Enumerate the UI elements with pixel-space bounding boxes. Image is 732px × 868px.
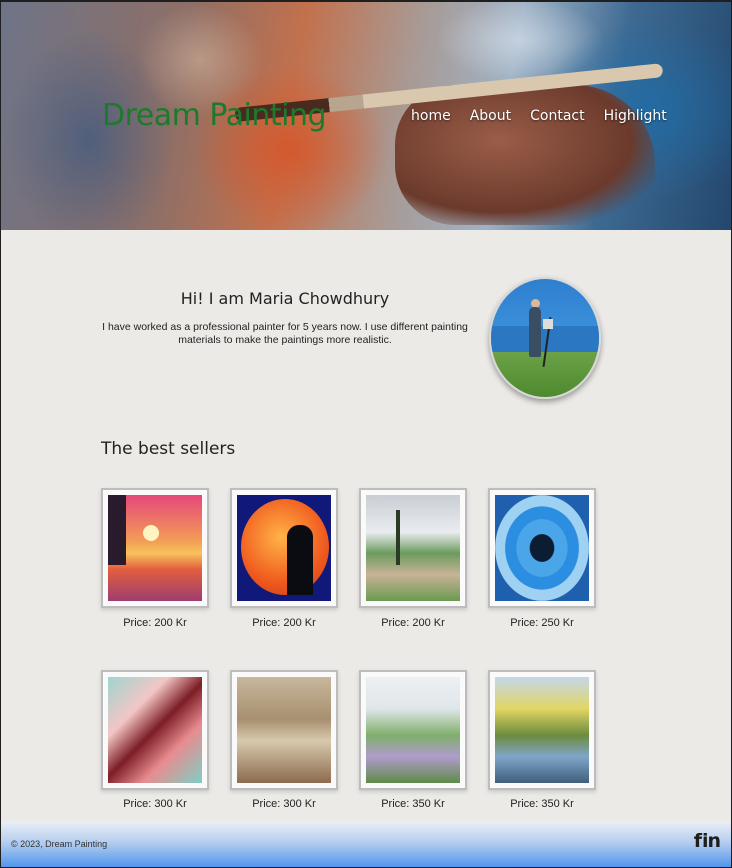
hero-banner: Dream Painting home About Contact Highli… [0, 0, 732, 230]
nav-contact[interactable]: Contact [530, 108, 584, 124]
facebook-icon[interactable]: f [694, 830, 702, 852]
intro-text: I have worked as a professional painter … [102, 321, 468, 346]
product-card[interactable]: Price: 200 Kr [101, 488, 209, 629]
product-price: Price: 350 Kr [381, 798, 445, 810]
product-image[interactable] [359, 488, 467, 608]
footer: © 2023, Dream Painting f in [0, 822, 732, 868]
painting-woman-moon [237, 495, 331, 601]
product-image[interactable] [230, 488, 338, 608]
product-image[interactable] [488, 670, 596, 790]
product-card[interactable]: Price: 350 Kr [359, 670, 467, 810]
painting-school-athens [237, 677, 331, 783]
product-price: Price: 200 Kr [123, 617, 187, 629]
product-price: Price: 250 Kr [510, 617, 574, 629]
brand-logo[interactable]: Dream Painting [102, 98, 327, 133]
product-price: Price: 200 Kr [381, 617, 445, 629]
avatar-person [529, 307, 541, 357]
social-links: f in [694, 830, 721, 852]
painting-floral [108, 677, 202, 783]
painting-sunset-swing [108, 495, 202, 601]
product-price: Price: 300 Kr [252, 798, 316, 810]
painting-lilac-trees [366, 677, 460, 783]
hero-hand-image [395, 85, 655, 225]
product-image[interactable] [230, 670, 338, 790]
copyright-text: © 2023, Dream Painting [11, 839, 108, 849]
product-card[interactable]: Price: 200 Kr [359, 488, 467, 629]
product-card[interactable]: Price: 300 Kr [230, 670, 338, 810]
nav-highlight[interactable]: Highlight [604, 108, 667, 124]
avatar-canvas [543, 319, 553, 329]
product-card[interactable]: Price: 350 Kr [488, 670, 596, 810]
product-card[interactable]: Price: 200 Kr [230, 488, 338, 629]
product-price: Price: 200 Kr [252, 617, 316, 629]
product-image[interactable] [101, 488, 209, 608]
main-nav: home About Contact Highlight [411, 108, 686, 124]
product-image[interactable] [101, 670, 209, 790]
product-image[interactable] [488, 488, 596, 608]
intro-title: Hi! I am Maria Chowdhury [180, 289, 390, 308]
avatar [489, 277, 601, 399]
best-sellers-title: The best sellers [101, 439, 236, 459]
product-image[interactable] [359, 670, 467, 790]
product-price: Price: 300 Kr [123, 798, 187, 810]
product-price: Price: 350 Kr [510, 798, 574, 810]
product-card[interactable]: Price: 300 Kr [101, 670, 209, 810]
painting-lake-trees [495, 677, 589, 783]
painting-village-road [366, 495, 460, 601]
product-card[interactable]: Price: 250 Kr [488, 488, 596, 629]
nav-home[interactable]: home [411, 108, 451, 124]
linkedin-icon[interactable]: in [701, 830, 721, 852]
painting-blue-eye [495, 495, 589, 601]
nav-about[interactable]: About [470, 108, 511, 124]
